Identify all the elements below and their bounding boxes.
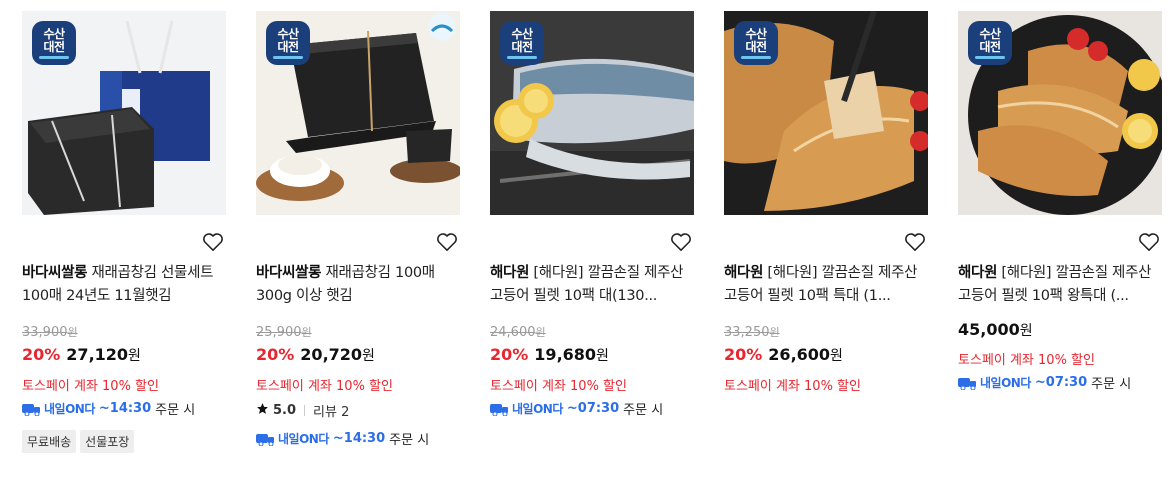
discount-rate: 20%: [490, 345, 529, 364]
product-title[interactable]: 바다씨쌀롱 재래곱창김 선물세트 100매 24년도 11월햇김: [22, 262, 232, 308]
heart-icon[interactable]: [436, 232, 458, 252]
brand-name: 바다씨쌀롱: [256, 265, 322, 281]
product-image[interactable]: 수산 대전: [490, 11, 694, 215]
sale-price: 20,720: [300, 345, 363, 364]
promo-badge: 수산 대전: [32, 21, 76, 65]
truck-icon: [490, 402, 510, 416]
original-price: 33,900원: [22, 325, 78, 340]
truck-icon: [22, 402, 42, 416]
brand-name: 해다원: [490, 265, 530, 281]
tag-free-shipping: 무료배송: [22, 430, 77, 453]
truck-icon: [256, 432, 276, 446]
discount-rate: 20%: [724, 345, 763, 364]
product-image[interactable]: 수산 대전: [724, 11, 928, 215]
product-card[interactable]: 수산 대전 해다원 [해다원] 깔끔손질 제주산 고등어 필렛 10팩 왕특대 …: [958, 11, 1162, 392]
rating-row: 5.0 리뷰 2: [256, 401, 349, 420]
brand-name: 해다원: [958, 265, 998, 281]
product-title[interactable]: 해다원 [해다원] 깔끔손질 제주산 고등어 필렛 10팩 왕특대 (...: [958, 262, 1168, 308]
heart-icon[interactable]: [202, 232, 224, 252]
brand-name: 해다원: [724, 265, 764, 281]
tag-list: 무료배송 선물포장: [22, 430, 138, 453]
promo-badge: 수산 대전: [968, 21, 1012, 65]
product-card[interactable]: 수산 대전 해다원 [해다원] 깔끔손질 제주산 고등어 필렛 10팩 대(13…: [490, 11, 694, 418]
price-row: 20% 26,600원: [724, 345, 843, 364]
truck-icon: [958, 376, 978, 390]
delivery-info: 내일ON다 ~07:30 주문 시: [490, 399, 663, 418]
delivery-info: 내일ON다 ~14:30 주문 시: [22, 399, 195, 418]
price-row: 45,000원: [958, 320, 1033, 339]
promo-text: 토스페이 계좌 10% 할인: [256, 379, 393, 394]
promo-text: 토스페이 계좌 10% 할인: [724, 379, 861, 394]
promo-text: 토스페이 계좌 10% 할인: [490, 379, 627, 394]
heart-icon[interactable]: [904, 232, 926, 252]
product-card[interactable]: 수산 대전 바다씨쌀롱 재래곱창김 선물세트 100매 24년도 11월햇김 3…: [22, 11, 226, 453]
star-icon: [256, 402, 269, 419]
discount-rate: 20%: [22, 345, 61, 364]
product-image[interactable]: 수산 대전: [256, 11, 460, 215]
price-row: 20% 20,720원: [256, 345, 375, 364]
sale-price: 27,120: [66, 345, 129, 364]
delivery-info: 내일ON다 ~14:30 주문 시: [256, 429, 429, 448]
product-title[interactable]: 바다씨쌀롱 재래곱창김 100매 300g 이상 햇김: [256, 262, 466, 308]
sale-price: 26,600: [768, 345, 831, 364]
promo-badge: 수산 대전: [734, 21, 778, 65]
tag-gift-wrap: 선물포장: [80, 430, 135, 453]
promo-badge: 수산 대전: [500, 21, 544, 65]
original-price: 33,250원: [724, 325, 780, 340]
product-title[interactable]: 해다원 [해다원] 깔끔손질 제주산 고등어 필렛 10팩 특대 (1...: [724, 262, 934, 308]
price-row: 20% 27,120원: [22, 345, 141, 364]
heart-icon[interactable]: [1138, 232, 1160, 252]
promo-text: 토스페이 계좌 10% 할인: [958, 353, 1095, 368]
original-price: 25,900원: [256, 325, 312, 340]
rating-score: 5.0: [273, 403, 297, 418]
promo-text: 토스페이 계좌 10% 할인: [22, 379, 159, 394]
product-card[interactable]: 수산 대전 바다씨쌀롱 재래곱창김 100매 300g 이상 햇김 25,900…: [256, 11, 460, 448]
promo-badge: 수산 대전: [266, 21, 310, 65]
original-price: 24,600원: [490, 325, 546, 340]
review-count: 리뷰 2: [313, 405, 350, 420]
product-title[interactable]: 해다원 [해다원] 깔끔손질 제주산 고등어 필렛 10팩 대(130...: [490, 262, 700, 308]
sale-price: 45,000: [958, 320, 1020, 339]
delivery-info: 내일ON다 ~07:30 주문 시: [958, 373, 1131, 392]
product-image[interactable]: 수산 대전: [22, 11, 226, 215]
brand-name: 바다씨쌀롱: [22, 265, 88, 281]
sale-price: 19,680: [534, 345, 597, 364]
price-row: 20% 19,680원: [490, 345, 609, 364]
heart-icon[interactable]: [670, 232, 692, 252]
discount-rate: 20%: [256, 345, 295, 364]
product-card[interactable]: 수산 대전 해다원 [해다원] 깔끔손질 제주산 고등어 필렛 10팩 특대 (…: [724, 11, 928, 394]
product-image[interactable]: 수산 대전: [958, 11, 1162, 215]
